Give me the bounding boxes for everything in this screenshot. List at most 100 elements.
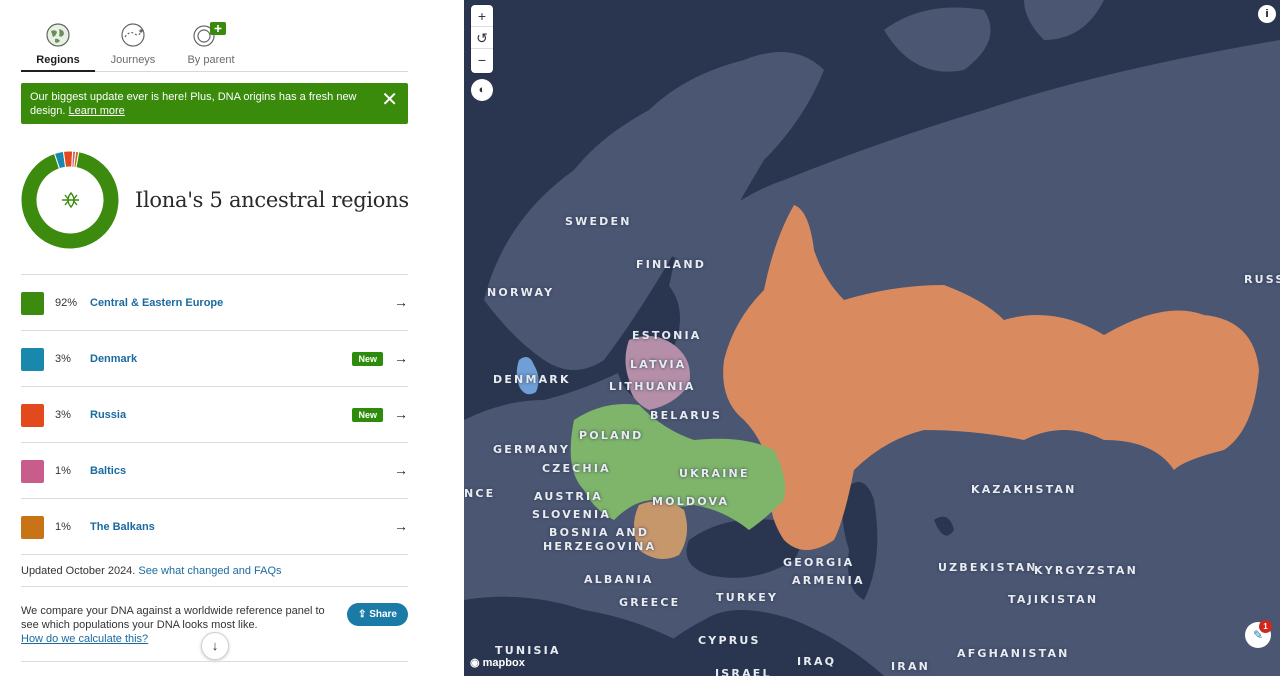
arrow-right-icon: →: [394, 350, 408, 366]
share-button[interactable]: ⇪ Share: [347, 603, 408, 626]
map-label-germany: GERMANY: [493, 443, 571, 456]
scroll-down-button[interactable]: ↓: [201, 632, 229, 660]
region-name[interactable]: Central & Eastern Europe: [90, 297, 223, 309]
region-row[interactable]: 3% Denmark New →: [21, 330, 408, 386]
parents-icon: [193, 22, 226, 47]
region-percent: 1%: [55, 465, 71, 477]
map-label-czechia: CZECHIA: [542, 462, 611, 475]
map-label-greece: GREECE: [619, 596, 681, 609]
map-label-albania: ALBANIA: [584, 573, 654, 586]
share-label: Share: [369, 609, 397, 620]
region-percent: 92%: [55, 297, 78, 309]
map-label-ukraine: UKRAINE: [679, 467, 750, 480]
updated-text: Updated October 2024.: [21, 565, 136, 577]
map-label-moldova: MOLDOVA: [652, 495, 730, 508]
map-label-norway: NORWAY: [487, 286, 555, 299]
map-label-uzbekistan: UZBEKISTAN: [938, 561, 1038, 574]
land-north-islands: [884, 0, 1104, 72]
region-percent: 3%: [55, 353, 71, 365]
map-label-cyprus: CYPRUS: [698, 634, 761, 647]
compass-icon[interactable]: ◐: [471, 79, 493, 101]
map-label-slovenia: SLOVENIA: [532, 508, 612, 521]
map-label-sweden: SWEDEN: [565, 215, 632, 228]
region-color-swatch: [21, 460, 44, 483]
map-label-estonia: ESTONIA: [632, 329, 702, 342]
map-label-belarus: BELARUS: [650, 409, 723, 422]
arrow-down-icon: ↓: [211, 638, 219, 653]
compare-text: We compare your DNA against a worldwide …: [21, 605, 325, 631]
map-label-lithuania: LITHUANIA: [609, 380, 696, 393]
region-row[interactable]: 1% The Balkans →: [21, 498, 408, 554]
region-percent: 3%: [55, 409, 71, 421]
mapbox-label: mapbox: [482, 657, 525, 669]
tab-journeys-label: Journeys: [110, 54, 156, 66]
reference-panel-note: We compare your DNA against a worldwide …: [21, 604, 331, 646]
region-color-swatch: [21, 348, 44, 371]
map-label-israel: ISRAEL: [715, 667, 772, 676]
zoom-in-button[interactable]: +: [471, 5, 493, 27]
region-row[interactable]: 3% Russia New →: [21, 386, 408, 442]
divider: [21, 554, 408, 555]
tab-by-parent-label: By parent: [187, 54, 235, 66]
divider: [21, 586, 408, 587]
journeys-icon: [121, 23, 145, 47]
region-name[interactable]: Baltics: [90, 465, 126, 477]
updated-note: Updated October 2024. See what changed a…: [21, 565, 282, 577]
globe-icon: [46, 23, 70, 47]
map-label-austria: AUSTRIA: [534, 490, 604, 503]
region-percent: 1%: [55, 521, 71, 533]
map-label-russ: RUSS: [1244, 273, 1280, 286]
tab-journeys[interactable]: Journeys: [109, 20, 157, 72]
how-calculate-link[interactable]: How do we calculate this?: [21, 633, 148, 645]
divider: [21, 661, 408, 662]
map-label-kazakhstan: KAZAKHSTAN: [971, 483, 1077, 496]
arrow-right-icon: →: [394, 518, 408, 534]
zoom-out-button[interactable]: −: [471, 49, 493, 71]
tab-regions[interactable]: Regions: [21, 20, 95, 72]
arrow-right-icon: →: [394, 406, 408, 422]
region-row[interactable]: 92% Central & Eastern Europe →: [21, 274, 408, 330]
arrow-right-icon: →: [394, 462, 408, 478]
map-label-finland: FINLAND: [636, 258, 707, 271]
new-badge: New: [352, 408, 383, 422]
map-label-denmark: DENMARK: [493, 373, 571, 386]
learn-more-link[interactable]: Learn more: [69, 105, 125, 117]
map-label-herzegovina: HERZEGOVINA: [543, 540, 657, 553]
map-label-iraq: IRAQ: [797, 655, 837, 668]
share-icon: ⇪: [358, 609, 367, 620]
map-zoom-controls: + ↺ −: [471, 5, 493, 73]
donut-slice-2: [62, 150, 74, 168]
region-color-swatch: [21, 292, 44, 315]
map-label-tajikistan: TAJIKISTAN: [1008, 593, 1099, 606]
region-row[interactable]: 1% Baltics →: [21, 442, 408, 498]
close-icon[interactable]: ✕: [381, 90, 398, 110]
info-icon[interactable]: i: [1258, 5, 1276, 23]
view-tabs: Regions Journeys By parent: [21, 20, 408, 72]
map-label-kyrgyzstan: KYRGYZSTAN: [1034, 564, 1138, 577]
arrow-right-icon: →: [394, 294, 408, 310]
map-label-armenia: ARMENIA: [792, 574, 865, 587]
notification-badge: 1: [1259, 620, 1272, 633]
mapbox-logo: ◉ mapbox: [470, 657, 525, 669]
map-label-georgia: GEORGIA: [783, 556, 855, 569]
reset-view-button[interactable]: ↺: [471, 27, 493, 49]
ethnicity-map[interactable]: SWEDEN FINLAND NORWAY ESTONIA LATVIA LITHUANI…: [464, 0, 1280, 676]
region-name[interactable]: Denmark: [90, 353, 137, 365]
map-label-iran: IRAN: [891, 660, 931, 673]
page-title: Ilona's 5 ancestral regions: [135, 188, 409, 212]
map-label-afghanistan: AFGHANISTAN: [957, 647, 1070, 660]
region-name[interactable]: The Balkans: [90, 521, 155, 533]
ethnicity-donut-chart: [20, 150, 120, 250]
update-banner: Our biggest update ever is here! Plus, D…: [21, 83, 408, 124]
new-badge: New: [352, 352, 383, 366]
map-label-turkey: TURKEY: [716, 591, 779, 604]
map-label-poland: POLAND: [579, 429, 644, 442]
map-label-latvia: LATVIA: [630, 358, 687, 371]
tab-by-parent[interactable]: By parent: [183, 20, 239, 72]
see-what-changed-link[interactable]: See what changed and FAQs: [138, 565, 281, 577]
region-color-swatch: [21, 404, 44, 427]
map-label-bosnia-and: BOSNIA AND: [549, 526, 650, 539]
results-panel: Regions Journeys By parent Our biggest u…: [0, 0, 464, 676]
region-name[interactable]: Russia: [90, 409, 126, 421]
tab-regions-label: Regions: [36, 54, 80, 66]
